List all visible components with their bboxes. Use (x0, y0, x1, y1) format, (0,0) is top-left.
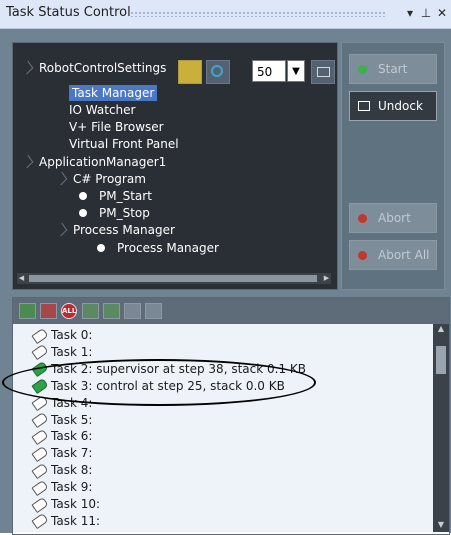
scroll-down-icon[interactable]: ▼ (433, 520, 449, 532)
tree-item-label: Task Manager (69, 85, 158, 101)
step-into-icon[interactable] (103, 303, 120, 319)
task-label: Task 9: (51, 480, 93, 495)
tree-item-label: Process Manager (117, 241, 219, 255)
tree-item-label: RobotControlSettings (39, 61, 167, 75)
tree-view[interactable]: RobotControlSettings Task Manager IO Watch… (12, 42, 338, 290)
start-button[interactable]: Start (349, 54, 437, 84)
task-row[interactable]: Task 11: (31, 513, 101, 530)
task-label: Task 1: (51, 344, 93, 359)
tree-horizontal-scrollbar[interactable]: ◀ ▶ (17, 273, 331, 284)
task-vertical-scrollbar[interactable]: ▲ ▼ (433, 324, 449, 532)
window-title: Task Status Control (6, 5, 131, 20)
wrench-off-icon[interactable] (178, 60, 202, 84)
start-label: Start (378, 62, 408, 76)
undock-icon (358, 101, 370, 111)
abort-all-label: Abort All (378, 248, 430, 262)
title-bar: Task Status Control ▾ ⊥ ✕ (0, 0, 451, 29)
chevron-down-icon[interactable] (21, 154, 34, 169)
scroll-thumb[interactable] (29, 275, 317, 282)
task-list-panel: ALL Task 0: Task 1: Task 2: supervisor at … (12, 297, 450, 535)
tree-item-label: Process Manager (73, 223, 175, 237)
task-label: Task 8: (51, 463, 93, 478)
speed-input[interactable]: 50 (252, 60, 286, 82)
window-menu-dropdown-icon[interactable]: ▾ (402, 4, 418, 22)
task-list[interactable]: Task 0: Task 1: Task 2: supervisor at step… (13, 324, 433, 532)
abort-label: Abort (378, 211, 411, 225)
task-toolbar: ALL (13, 298, 449, 324)
abort-all-button[interactable]: Abort All (349, 240, 437, 270)
pin-icon[interactable]: ⊥ (418, 4, 434, 22)
start-icon (358, 65, 367, 74)
tree-item-label: PM_Stop (99, 206, 150, 220)
chevron-down-icon[interactable] (55, 171, 68, 186)
copy-icon[interactable] (145, 303, 162, 319)
execute-icon[interactable] (19, 303, 36, 319)
tree-item-label: Virtual Front Panel (69, 137, 179, 151)
task-label: Task 11: (51, 513, 101, 528)
task-label: Task 0: (51, 328, 93, 342)
speed-dropdown-icon[interactable]: ▼ (287, 60, 305, 82)
task-row[interactable]: Task 7: (31, 445, 93, 462)
abort-icon (358, 214, 367, 223)
chevron-down-icon[interactable] (55, 222, 68, 237)
stop-all-icon[interactable]: ALL (61, 303, 77, 319)
tree-item-label: PM_Start (99, 189, 152, 203)
abort-button[interactable]: Abort (349, 203, 437, 233)
tag-icon (31, 462, 49, 479)
tag-icon (31, 327, 49, 344)
task-row[interactable]: Task 10: (31, 496, 101, 513)
tag-icon (31, 344, 49, 361)
undock-button[interactable]: Undock (349, 91, 437, 121)
tag-icon (31, 513, 49, 530)
action-buttons: Start Undock Abort Abort All (341, 42, 445, 290)
tree-item-label: ApplicationManager1 (39, 155, 167, 169)
tag-icon (31, 428, 49, 446)
tree-item-label: C# Program (73, 172, 146, 186)
monitor-icon[interactable] (311, 60, 335, 84)
step-over-icon[interactable] (82, 303, 99, 319)
tag-icon (31, 445, 49, 462)
task-row[interactable]: Task 1: (31, 344, 93, 361)
tag-icon (31, 411, 49, 429)
bullet-icon (79, 192, 87, 200)
scroll-left-icon[interactable]: ◀ (17, 274, 26, 283)
tag-icon (31, 479, 49, 496)
highlight-ellipse (2, 359, 316, 406)
task-label: Task 10: (51, 497, 101, 511)
power-icon[interactable] (206, 60, 230, 84)
task-label: Task 6: (51, 429, 93, 444)
task-status-panel: RobotControlSettings Task Manager IO Watch… (0, 29, 451, 535)
task-label: Task 5: (51, 412, 93, 427)
tree-item-label: IO Watcher (69, 103, 136, 117)
scroll-up-icon[interactable]: ▲ (433, 324, 449, 336)
bullet-icon (97, 244, 105, 252)
task-row[interactable]: Task 5: (31, 411, 93, 429)
task-row[interactable]: Task 9: (31, 479, 93, 496)
scroll-thumb[interactable] (436, 346, 446, 374)
task-row[interactable]: Task 0: (31, 327, 93, 344)
task-row[interactable]: Task 8: (31, 462, 93, 479)
chevron-down-icon[interactable] (21, 60, 34, 75)
title-grip[interactable] (130, 11, 387, 17)
tag-icon (31, 496, 49, 513)
scroll-right-icon[interactable]: ▶ (322, 274, 331, 283)
task-label: Task 7: (51, 446, 93, 461)
bullet-icon (79, 209, 87, 217)
pause-icon[interactable] (40, 303, 57, 319)
task-row[interactable]: Task 6: (31, 428, 93, 446)
edit-icon[interactable] (124, 303, 141, 319)
tree-item-label: V+ File Browser (69, 120, 164, 134)
close-icon[interactable]: ✕ (434, 4, 450, 22)
abort-all-icon (358, 251, 367, 260)
undock-label: Undock (378, 99, 423, 113)
